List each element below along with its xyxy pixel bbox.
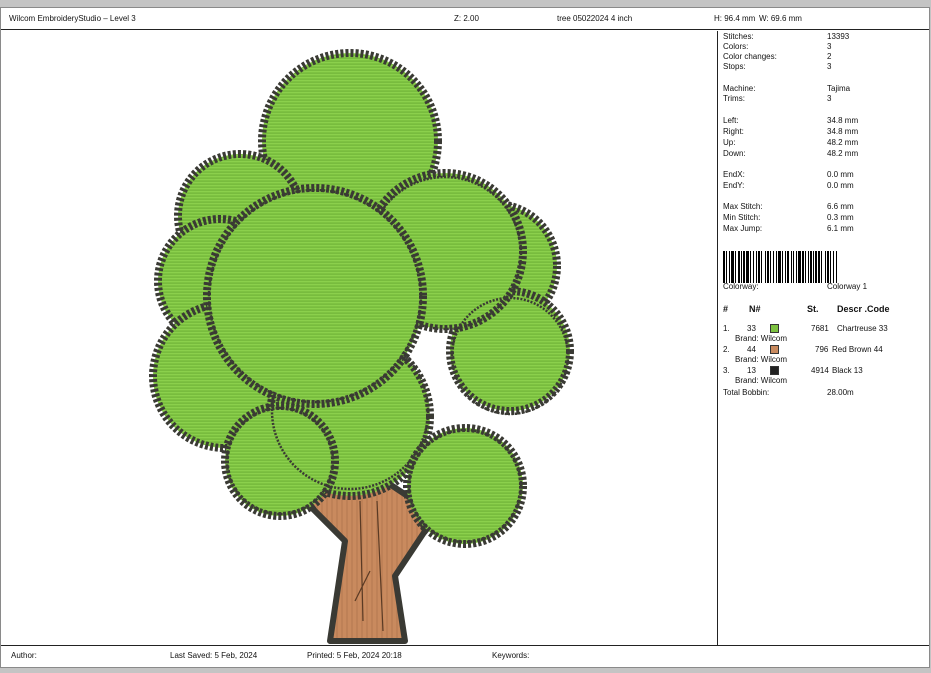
thread-col-stitches: St. [807,304,819,314]
min-stitch-value: 0.3 mm [827,213,854,222]
right-label: Right: [723,127,744,136]
header-bar: Wilcom EmbroideryStudio – Level 3 Z: 2.0… [1,8,929,30]
footer-bar: Author: Last Saved: 5 Feb, 2024 Printed:… [1,645,929,667]
colors-value: 3 [827,42,832,51]
left-label: Left: [723,116,739,125]
last-saved: Last Saved: 5 Feb, 2024 [170,651,258,660]
down-value: 48.2 mm [827,149,859,158]
author-label: Author: [11,651,37,660]
color-changes-value: 2 [827,52,832,61]
thread-index: 2. [723,345,730,354]
design-preview [5,31,718,645]
design-width: W: 69.6 mm [759,14,802,23]
app-title: Wilcom EmbroideryStudio – Level 3 [9,14,136,23]
up-label: Up: [723,138,736,147]
keywords-label: Keywords: [492,651,530,660]
zoom-level: Z: 2.00 [454,14,479,23]
thread-col-num: # [723,304,729,314]
thread-stitches: 796 [815,345,829,354]
endx-value: 0.0 mm [827,170,854,179]
colors-label: Colors: [723,42,749,51]
print-preview-sheet: Wilcom EmbroideryStudio – Level 3 Z: 2.0… [0,7,930,668]
barcode-icon [723,251,911,283]
design-info-panel: Stitches: 13393 Colors: 3 Color changes: 2 … [723,32,929,644]
printed-date: Printed: 5 Feb, 2024 20:18 [307,651,402,660]
thread-number: 13 [747,366,756,375]
thread-description: Chartreuse 33 [837,324,888,333]
thread-color-swatch [770,345,779,354]
thread-brand: Brand: Wilcom [735,376,788,385]
thread-col-n: N# [749,304,761,314]
thread-col-desc: Descr .Code [837,304,890,314]
right-value: 34.8 mm [827,127,859,136]
trims-label: Trims: [723,94,745,103]
color-changes-label: Color changes: [723,52,777,61]
thread-color-swatch [770,324,779,333]
left-value: 34.8 mm [827,116,859,125]
thread-stitches: 7681 [811,324,829,333]
down-label: Down: [723,149,746,158]
total-bobbin-label: Total Bobbin: [723,388,770,397]
thread-color-swatch [770,366,779,375]
total-bobbin-value: 28.00m [827,388,854,397]
thread-row: 1. 33 7681 Chartreuse 33 Brand: Wilcom [723,324,929,346]
thread-description: Red Brown 44 [832,345,883,354]
thread-brand: Brand: Wilcom [735,334,788,343]
thread-row: 3. 13 4914 Black 13 Brand: Wilcom [723,366,929,388]
thread-number: 33 [747,324,756,333]
stitches-value: 13393 [827,32,850,41]
stops-label: Stops: [723,62,746,71]
machine-value: Tajima [827,84,851,93]
thread-number: 44 [747,345,756,354]
max-stitch-label: Max Stitch: [723,202,763,211]
tree-embroidery-image [149,49,574,644]
thread-index: 1. [723,324,730,333]
thread-index: 3. [723,366,730,375]
thread-brand: Brand: Wilcom [735,355,788,364]
stops-value: 3 [827,62,832,71]
design-filename: tree 05022024 4 inch [557,14,633,23]
thread-stitches: 4914 [811,366,829,375]
thread-description: Black 13 [832,366,863,375]
max-jump-value: 6.1 mm [827,224,854,233]
max-jump-label: Max Jump: [723,224,763,233]
colorway-label: Colorway: [723,282,759,291]
endy-label: EndY: [723,181,745,190]
up-value: 48.2 mm [827,138,859,147]
stitches-label: Stitches: [723,32,754,41]
min-stitch-label: Min Stitch: [723,213,761,222]
endx-label: EndX: [723,170,745,179]
design-height: H: 96.4 mm [714,14,756,23]
trims-value: 3 [827,94,832,103]
max-stitch-value: 6.6 mm [827,202,854,211]
thread-row: 2. 44 796 Red Brown 44 Brand: Wilcom [723,345,929,367]
colorway-value: Colorway 1 [827,282,868,291]
endy-value: 0.0 mm [827,181,854,190]
machine-label: Machine: [723,84,756,93]
